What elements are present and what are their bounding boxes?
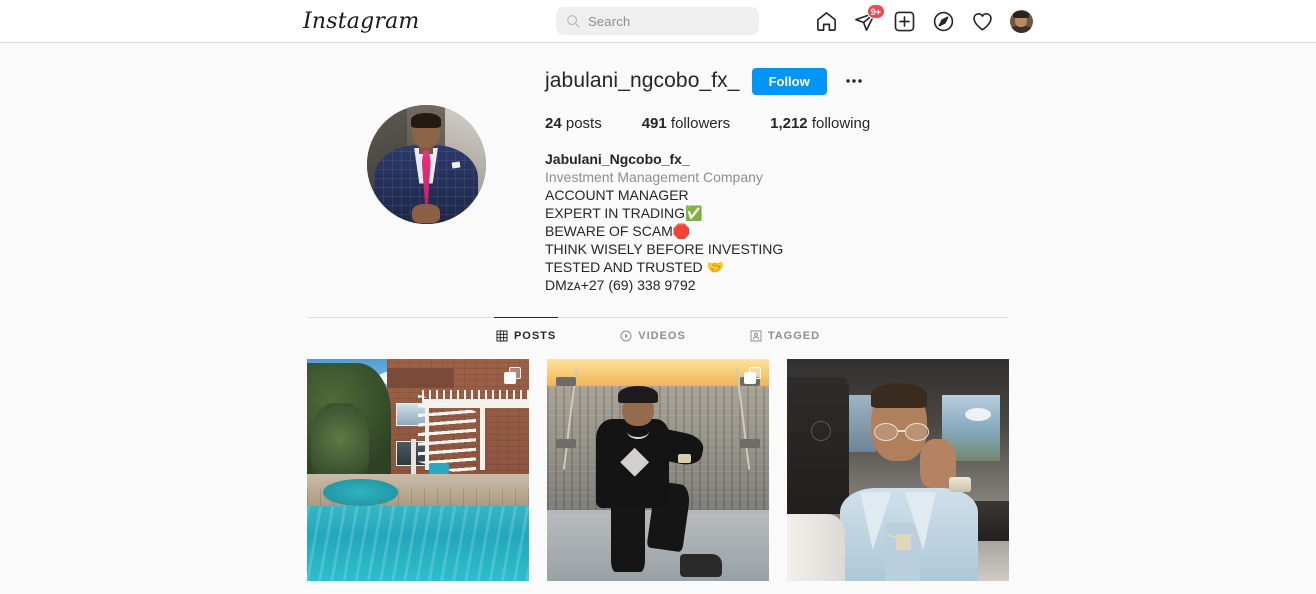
profile-avatar[interactable] [1007, 7, 1035, 35]
carousel-indicator-icon [744, 367, 761, 384]
search-input[interactable]: Search [556, 7, 759, 35]
post-thumbnail[interactable] [307, 359, 529, 581]
profile-bio: Jabulani_Ngcobo_fx_ Investment Managemen… [545, 150, 1009, 294]
stat-followers-value: 491 [641, 115, 667, 132]
stat-posts[interactable]: 24 posts [545, 115, 602, 132]
profile-avatar-image [1009, 9, 1033, 33]
profile-picture[interactable] [366, 105, 486, 224]
tab-videos[interactable]: VIDEOS [618, 317, 688, 342]
post-thumbnail[interactable] [787, 359, 1009, 581]
stat-following-label: following [811, 115, 871, 132]
stat-followers-label: followers [670, 115, 731, 132]
posts-grid [307, 359, 1009, 581]
messages-badge: 9+ [866, 4, 885, 19]
tab-tagged-label: TAGGED [767, 330, 821, 342]
nav-icon-group: 9+ [812, 4, 1035, 35]
bio-line-2: EXPERT IN TRADING✅ [545, 205, 703, 221]
bio-full-name: Jabulani_Ngcobo_fx_ [545, 151, 690, 167]
username-row: jabulani_ngcobo_fx_ Follow [545, 65, 1009, 97]
activity-heart-icon[interactable] [968, 7, 996, 35]
stat-posts-value: 24 [545, 115, 562, 132]
ellipsis-icon [846, 79, 862, 83]
tab-tagged[interactable]: TAGGED [748, 317, 822, 342]
top-navigation-bar: Instagram Search 9+ [0, 0, 1316, 43]
profile-stats: 24 posts 491 followers 1,212 following [545, 115, 1009, 132]
stat-posts-label: posts [565, 115, 602, 132]
instagram-logo[interactable]: Instagram [303, 9, 419, 34]
explore-icon[interactable] [929, 7, 957, 35]
bio-line-3: BEWARE OF SCAM🛑 [545, 223, 691, 239]
search-icon [567, 15, 580, 28]
tab-posts[interactable]: POSTS [493, 317, 559, 342]
search-placeholder: Search [588, 13, 631, 29]
profile-info-column: jabulani_ngcobo_fx_ Follow 24 posts 491 … [545, 65, 1009, 294]
tagged-person-icon [750, 330, 762, 342]
profile-avatar-column [307, 65, 545, 224]
grid-icon [496, 330, 508, 342]
follow-button[interactable]: Follow [751, 67, 827, 95]
play-circle-icon [620, 330, 632, 342]
profile-tabs: POSTS VIDEOS TAGGED [307, 317, 1009, 342]
bio-line-6: DMᴢᴀ+27 (69) 338 9792 [545, 277, 696, 293]
more-options-button[interactable] [839, 70, 869, 92]
stat-followers[interactable]: 491 followers [642, 115, 730, 132]
bio-category: Investment Management Company [545, 169, 763, 185]
profile-page-content: jabulani_ngcobo_fx_ Follow 24 posts 491 … [307, 43, 1009, 581]
carousel-indicator-icon [504, 367, 521, 384]
bio-line-1: ACCOUNT MANAGER [545, 187, 689, 203]
tab-videos-label: VIDEOS [638, 330, 686, 342]
profile-username: jabulani_ngcobo_fx_ [545, 69, 740, 92]
bio-line-5: TESTED AND TRUSTED 🤝 [545, 259, 724, 275]
profile-header: jabulani_ngcobo_fx_ Follow 24 posts 491 … [307, 65, 1009, 294]
post-thumbnail[interactable] [547, 359, 769, 581]
tab-posts-label: POSTS [513, 330, 557, 342]
stat-following[interactable]: 1,212 following [770, 115, 870, 132]
stat-following-value: 1,212 [770, 115, 808, 132]
home-icon[interactable] [812, 7, 840, 35]
bio-line-4: THINK WISELY BEFORE INVESTING [545, 241, 784, 257]
direct-messages-icon[interactable]: 9+ [851, 4, 885, 35]
new-post-icon[interactable] [890, 7, 918, 35]
